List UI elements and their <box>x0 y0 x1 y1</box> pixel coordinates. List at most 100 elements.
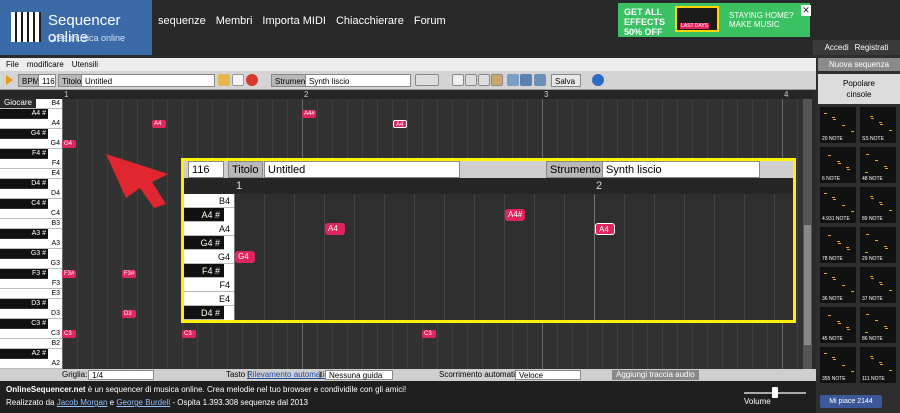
sequence-thumbnail[interactable]: 86 NOTE <box>860 307 896 343</box>
new-file-icon[interactable] <box>452 74 464 86</box>
note[interactable]: F3# <box>62 270 76 278</box>
author-link-1[interactable]: Jacob Morgan <box>57 398 108 407</box>
delete-icon[interactable] <box>246 74 258 86</box>
popular-title: Popolare <box>842 79 876 88</box>
zoom-out-icon[interactable] <box>520 74 532 86</box>
vertical-scroll-thumb[interactable] <box>804 225 811 345</box>
zoom-grid-line <box>594 194 595 320</box>
piano-key[interactable]: G3 <box>0 259 62 269</box>
instrument-settings-icon[interactable] <box>415 74 439 86</box>
piano-key[interactable]: D3 <box>0 309 62 319</box>
sequence-thumbnail[interactable]: 37 NOTE <box>860 267 896 303</box>
note[interactable]: C3 <box>422 330 436 338</box>
piano-key[interactable]: C4 <box>0 209 62 219</box>
bpm-input[interactable]: 116 <box>38 74 56 87</box>
sequence-thumbnail[interactable]: 29 NOTE <box>860 227 896 263</box>
menu-tools[interactable]: Utensili <box>72 60 98 69</box>
piano-key[interactable]: D4 # <box>0 179 48 189</box>
grid-select[interactable]: 1/4 <box>88 370 154 380</box>
sequence-thumbnail[interactable]: 111 NOTE <box>860 347 896 383</box>
add-audio-track-button[interactable]: Aggiungi traccia audio <box>612 370 699 380</box>
sequence-thumbnail[interactable]: 45 NOTE <box>820 307 856 343</box>
sequence-thumbnail[interactable]: 20 NOTE <box>820 107 856 143</box>
help-icon[interactable] <box>592 74 604 86</box>
nav-members[interactable]: Membri <box>216 15 253 27</box>
save-dropdown[interactable]: Salva <box>551 74 581 87</box>
piano-key[interactable]: D3 # <box>0 299 48 309</box>
piano-key[interactable]: D4 <box>0 189 62 199</box>
nav-sequences[interactable]: sequenze <box>158 15 206 27</box>
nav-chat[interactable]: Chiacchierare <box>336 15 404 27</box>
piano-key[interactable]: A2 <box>0 359 62 369</box>
menu-edit[interactable]: modificare <box>27 60 64 69</box>
note[interactable]: D3 <box>122 310 136 318</box>
copy-icon[interactable] <box>478 74 490 86</box>
sequence-thumbnail[interactable]: SS NOTE <box>860 107 896 143</box>
menu-file[interactable]: File <box>6 60 19 69</box>
sequence-thumbnail[interactable]: 4.931 NOTE <box>820 187 856 223</box>
piano-key[interactable]: E3 <box>0 289 62 299</box>
site-subtitle: Crea musica online <box>48 33 126 43</box>
pointer-icon[interactable] <box>232 74 244 86</box>
register-link[interactable]: Registrati <box>855 43 889 52</box>
piano-key[interactable]: C3 <box>0 329 62 339</box>
new-sequence-button[interactable]: Nuova sequenza <box>818 58 900 71</box>
pencil-icon[interactable] <box>218 74 230 86</box>
sequence-thumbnail[interactable]: 36 NOTE <box>820 267 856 303</box>
piano-key[interactable]: F4 <box>0 159 62 169</box>
piano-key[interactable]: C3 # <box>0 319 48 329</box>
play-icon[interactable] <box>6 75 13 85</box>
piano-key[interactable]: F3 # <box>0 269 48 279</box>
piano-key[interactable]: G4 <box>0 139 62 149</box>
sequence-thumbnail[interactable]: 78 NOTE <box>820 227 856 263</box>
nav-import-midi[interactable]: Importa MIDI <box>262 15 326 27</box>
piano-key[interactable]: B2 <box>0 339 62 349</box>
note-selected[interactable]: A4 <box>393 120 407 128</box>
piano-keys[interactable]: B4 A4 # A4 G4 # G4 F4 # F4 E4 D4 # D4 C4 # C4 B3 A3 #… <box>0 99 62 369</box>
play-button[interactable]: Giocare <box>0 97 36 108</box>
piano-key[interactable]: A4 <box>0 119 62 129</box>
note[interactable]: G4 <box>62 140 76 148</box>
piano-key[interactable]: G3 # <box>0 249 48 259</box>
piano-key[interactable]: E4 <box>0 169 62 179</box>
sequence-thumbnail[interactable]: 89 NOTE <box>860 187 896 223</box>
note[interactable]: F3# <box>122 270 136 278</box>
author-link-2[interactable]: George Burdell <box>116 398 170 407</box>
zoom-note: A4# <box>505 209 525 221</box>
zoom-piano-key: F4 # <box>184 264 224 278</box>
guide-select[interactable]: Nessuna guida ai <box>325 370 393 390</box>
piano-key[interactable]: F3 <box>0 279 62 289</box>
ad-close-icon[interactable]: ✕ <box>801 5 811 16</box>
zoom-piano-key: G4 <box>184 250 234 264</box>
piano-key[interactable]: C4 # <box>0 199 48 209</box>
zoom-note: A4 <box>325 223 345 235</box>
cut-icon[interactable] <box>465 74 477 86</box>
export-icon[interactable] <box>534 74 546 86</box>
piano-key[interactable]: B3 <box>0 219 62 229</box>
nav-forum[interactable]: Forum <box>414 15 446 27</box>
piano-key[interactable]: A3 <box>0 239 62 249</box>
piano-key[interactable]: F4 # <box>0 149 48 159</box>
sequence-thumbnail[interactable]: 48 NOTE <box>860 147 896 183</box>
volume-knob[interactable] <box>772 387 778 398</box>
piano-key[interactable]: A4 # <box>0 109 48 119</box>
note[interactable]: A4 <box>152 120 166 128</box>
piano-key[interactable]: A2 # <box>0 349 48 359</box>
piano-key[interactable]: G4 # <box>0 129 48 139</box>
sequence-thumbnail[interactable]: 6 NOTE <box>820 147 856 183</box>
autoscroll-select[interactable]: Veloce <box>515 370 581 380</box>
sequence-thumbnail[interactable]: 355 NOTE <box>820 347 856 383</box>
zoom-in-icon[interactable] <box>507 74 519 86</box>
site-logo[interactable]: Sequencer online Crea musica online <box>0 0 152 55</box>
popular-tab[interactable]: Popolare cinsole <box>818 74 900 104</box>
title-input[interactable]: Untitled <box>81 74 215 87</box>
paste-icon[interactable] <box>491 74 503 86</box>
note[interactable]: C3 <box>182 330 196 338</box>
note[interactable]: A4# <box>302 110 316 118</box>
ad-banner[interactable]: GET ALL EFFECTS 50% OFF LAST DAYS STAYIN… <box>618 3 811 37</box>
facebook-like-button[interactable]: Mi piace 2144 <box>820 395 882 408</box>
note[interactable]: C3 <box>62 330 76 338</box>
login-link[interactable]: Accedi <box>825 43 849 52</box>
instrument-select[interactable]: Synth liscio <box>305 74 411 87</box>
piano-key[interactable]: A3 # <box>0 229 48 239</box>
